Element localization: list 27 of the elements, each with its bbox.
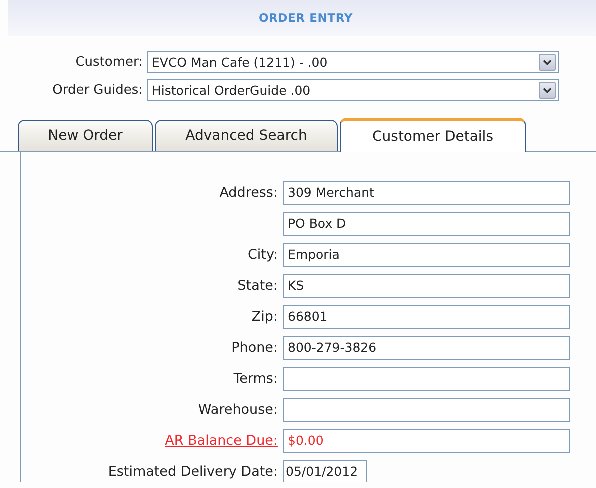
balance-link[interactable]: AR Balance Due:	[165, 432, 278, 448]
field-label: Customer:	[74, 54, 144, 70]
field-label: Estimated Delivery Date:	[108, 464, 278, 480]
tab[interactable]: Customer Details	[340, 118, 526, 152]
input-field[interactable]: PO Box D	[283, 212, 570, 236]
input-field[interactable]: 309 Merchant	[283, 180, 570, 204]
field-label: Warehouse:	[198, 402, 278, 418]
tab[interactable]: New Order	[18, 120, 153, 151]
field-label: Address:	[220, 184, 278, 200]
field-label: Terms:	[234, 370, 278, 386]
input-field[interactable]: Emporia	[283, 242, 570, 266]
input-field[interactable]: 05/01/2012	[283, 460, 367, 482]
field-label: Phone:	[232, 340, 278, 356]
page-title: ORDER ENTRY	[258, 11, 354, 25]
field-label: State:	[238, 278, 278, 294]
input-field[interactable]	[283, 398, 570, 422]
field-label: Zip:	[252, 308, 278, 324]
input-field[interactable]: 66801	[283, 304, 570, 328]
tab[interactable]: Advanced Search	[155, 120, 338, 151]
dropdown-select[interactable]: EVCO Man Cafe (1211) - .00	[147, 51, 559, 73]
field-label: Order Guides:	[52, 82, 144, 98]
field-label: City:	[248, 246, 278, 262]
input-field[interactable]: $0.00	[283, 428, 570, 452]
dropdown-select[interactable]: Historical OrderGuide .00	[147, 79, 559, 101]
input-field[interactable]: KS	[283, 274, 570, 298]
input-field[interactable]: 800-279-3826	[283, 336, 570, 360]
input-field[interactable]	[283, 366, 570, 390]
